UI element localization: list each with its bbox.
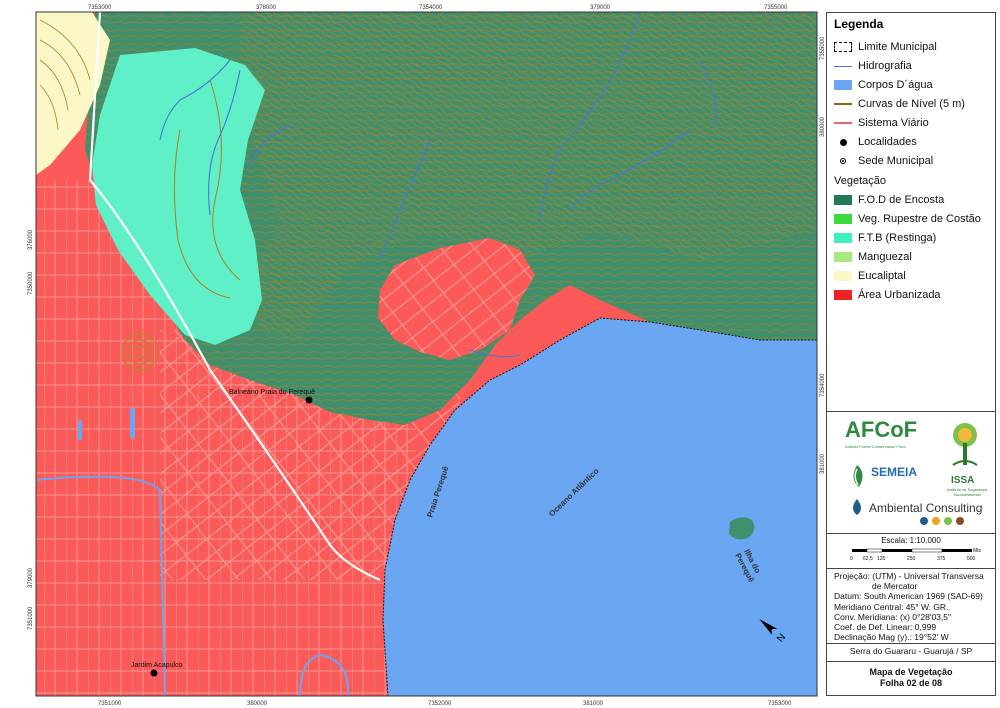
svg-text:376000: 376000 <box>28 229 34 250</box>
legend-item-corpos: Corpos D´água <box>834 77 933 93</box>
dot-icon <box>834 137 852 147</box>
bottom-coordinate-ticks: 7351000 380000 7352000 381000 7353000 <box>98 701 792 707</box>
eucaliptal-swatch <box>834 271 852 281</box>
river-line-icon <box>834 65 852 67</box>
legend-veg-eucaliptal: Eucaliptal <box>834 268 906 284</box>
legend-item-sede: Sede Municipal <box>834 153 933 169</box>
svg-text:7355000: 7355000 <box>764 5 788 11</box>
sheet-number: Folha 02 de 08 <box>879 678 943 688</box>
left-coordinate-ticks: 376000 7350000 379000 7351000 <box>28 229 34 630</box>
road-line-icon <box>834 122 852 124</box>
scale-label: Escala: 1:10.000 <box>881 536 941 545</box>
svg-text:0: 0 <box>850 556 853 562</box>
svg-text:7351000: 7351000 <box>98 701 122 707</box>
issa-subtitle: Instituto de Segurança Socioambiental <box>946 487 988 497</box>
legend-veg-rupestre: Veg. Rupestre de Costão <box>834 211 981 227</box>
semeia-logo: SEMEIA <box>871 465 918 479</box>
legend-item-localidades: Localidades <box>834 134 917 150</box>
label-balneario: Balneário Praia do Perequê <box>229 389 315 396</box>
partner-logos: AFCoF Atlantic Forest Conservation Fund … <box>827 413 995 533</box>
svg-text:500: 500 <box>967 556 976 562</box>
legend-title: Legenda <box>834 17 884 31</box>
legend-veg-ftb: F.T.B (Restinga) <box>834 230 936 246</box>
svg-text:7353000: 7353000 <box>768 701 792 707</box>
svg-text:7352000: 7352000 <box>428 701 452 707</box>
manguezal-swatch <box>834 252 852 262</box>
svg-text:379000: 379000 <box>28 567 34 588</box>
scale-bar: 0 62,5 125 250 375 500 Mts <box>850 548 982 562</box>
svg-text:62,5: 62,5 <box>863 556 873 562</box>
legend-veg-urbana: Área Urbanizada <box>834 287 941 303</box>
fod-swatch <box>834 195 852 205</box>
svg-text:380000: 380000 <box>247 701 268 707</box>
svg-text:Mts: Mts <box>973 548 982 554</box>
urbana-swatch <box>834 290 852 300</box>
label-jardim: Jardim Acapulco <box>131 662 182 669</box>
afcof-logo: AFCoF <box>845 417 918 442</box>
svg-text:375: 375 <box>937 556 946 562</box>
svg-text:379000: 379000 <box>590 5 611 11</box>
legend-vegetation-title: Vegetação <box>834 175 886 187</box>
ftb-swatch <box>834 233 852 243</box>
location-label: Serra do Guararu - Guarujá / SP <box>849 646 973 656</box>
ambiental-drop-icon <box>853 499 861 515</box>
legend-veg-fod: F.O.D de Encosta <box>834 192 944 208</box>
legend-item-curvas: Curvas de Nível (5 m) <box>834 96 965 112</box>
semeia-leaf-icon <box>853 465 863 487</box>
legend-item-hidrografia: Hidrografia <box>834 58 912 74</box>
projection-info: Projeção: (UTM) - Universal Transversa d… <box>834 571 984 643</box>
svg-text:7351000: 7351000 <box>28 606 34 630</box>
sheet-title: Mapa de Vegetação <box>869 667 953 677</box>
locality-marker-balneario <box>305 396 313 404</box>
locality-marker-jardim <box>150 669 158 677</box>
afcof-subtitle: Atlantic Forest Conservation Fund <box>845 444 906 449</box>
legend-item-limite: Limite Municipal <box>834 39 937 55</box>
legend-item-viario: Sistema Viário <box>834 115 929 131</box>
svg-text:381000: 381000 <box>583 701 604 707</box>
svg-text:7354000: 7354000 <box>419 5 443 11</box>
ambiental-logo: Ambiental Consulting <box>869 501 983 515</box>
contour-line-icon <box>834 103 852 105</box>
ring-dot-icon <box>834 156 852 166</box>
rupestre-swatch <box>834 214 852 224</box>
svg-text:7350000: 7350000 <box>28 271 34 295</box>
legend-panel: Legenda Limite Municipal Hidrografia Cor… <box>826 12 996 696</box>
water-swatch <box>834 80 852 90</box>
svg-text:125: 125 <box>877 556 886 562</box>
svg-text:7353000: 7353000 <box>88 5 112 11</box>
svg-text:378000: 378000 <box>256 5 277 11</box>
top-coordinate-ticks: 7353000 378000 7354000 379000 7355000 <box>88 5 788 11</box>
issa-logo: ISSA <box>951 475 975 486</box>
legend-veg-manguezal: Manguezal <box>834 249 912 265</box>
svg-text:250: 250 <box>907 556 916 562</box>
ambiental-dots-icon <box>920 517 964 525</box>
issa-tree-icon <box>952 423 978 466</box>
dashed-box-icon <box>834 42 852 52</box>
